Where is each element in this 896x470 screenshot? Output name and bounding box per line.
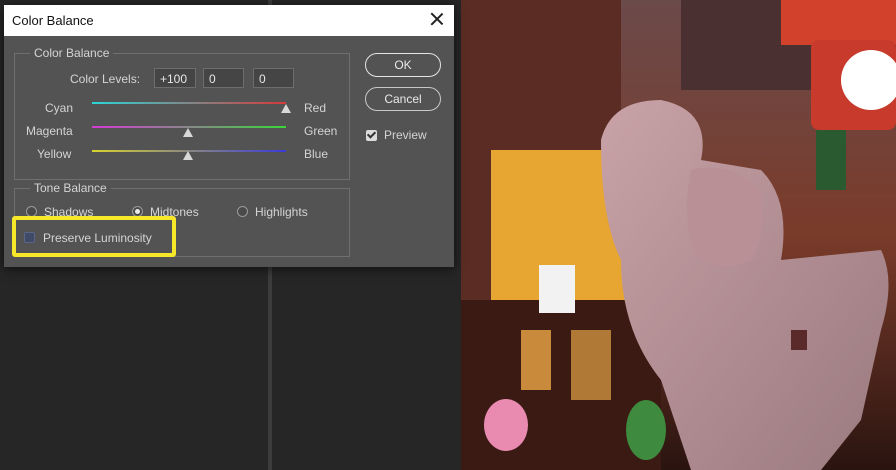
annotation-highlight-box [12,216,176,257]
cancel-button[interactable]: Cancel [365,87,441,111]
cyan-red-slider-track[interactable] [92,102,286,104]
color-level-input-1[interactable]: +100 [154,68,196,88]
slider-yellow-label: Yellow [37,147,72,161]
slider-blue-label: Blue [304,147,329,161]
magenta-green-slider-thumb[interactable] [183,128,193,137]
highlights-radio[interactable] [237,206,248,217]
slider-magenta-label: Magenta [26,124,73,138]
preview-checkbox[interactable] [366,130,377,141]
dialog-title: Color Balance [12,13,94,28]
color-level-input-3[interactable]: 0 [253,68,294,88]
color-levels-label: Color Levels: [70,72,141,86]
tone-balance-group-title: Tone Balance [30,181,111,195]
preview-label[interactable]: Preview [384,128,427,142]
close-icon[interactable] [426,9,448,31]
color-level-input-2[interactable]: 0 [203,68,244,88]
slider-green-label: Green [304,124,338,138]
slider-red-label: Red [304,101,327,115]
cyan-red-slider-thumb[interactable] [281,104,291,113]
highlights-label[interactable]: Highlights [255,205,308,219]
slider-cyan-label: Cyan [45,101,74,115]
yellow-blue-slider-thumb[interactable] [183,151,193,160]
ok-button[interactable]: OK [365,53,441,77]
dialog-titlebar[interactable]: Color Balance [4,5,454,36]
canvas-photo [461,0,896,470]
color-balance-group-title: Color Balance [30,46,114,60]
